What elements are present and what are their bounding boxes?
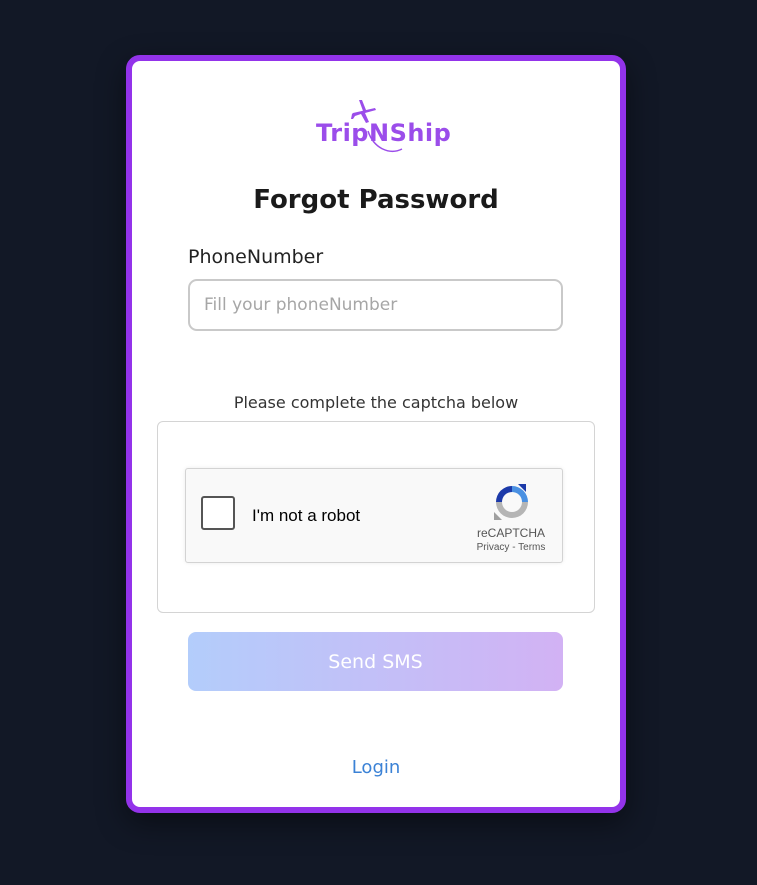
recaptcha-terms-link[interactable]: Terms	[518, 542, 545, 553]
logo-swoosh	[367, 130, 403, 152]
send-sms-button[interactable]: Send SMS	[188, 632, 563, 691]
page-title: Forgot Password	[253, 185, 499, 215]
recaptcha-link-separator: -	[509, 542, 519, 553]
tripnship-logo: TripNShip	[316, 97, 456, 159]
recaptcha-logo-icon	[494, 484, 528, 520]
phone-number-input[interactable]	[188, 279, 563, 331]
recaptcha-links: Privacy - Terms	[466, 542, 556, 553]
login-link[interactable]: Login	[132, 757, 620, 778]
recaptcha-widget: I'm not a robot reCAPTCHA Privacy - Term…	[185, 468, 563, 563]
captcha-prompt: Please complete the captcha below	[233, 393, 519, 412]
phone-number-label: PhoneNumber	[188, 246, 324, 268]
captcha-container: I'm not a robot reCAPTCHA Privacy - Term…	[157, 421, 595, 613]
recaptcha-brand: reCAPTCHA	[476, 526, 545, 540]
recaptcha-checkbox-label: I'm not a robot	[252, 506, 361, 525]
recaptcha-privacy-link[interactable]: Privacy	[477, 542, 510, 553]
recaptcha-checkbox[interactable]	[201, 496, 235, 530]
forgot-password-card: TripNShip Forgot Password PhoneNumber Pl…	[126, 55, 626, 813]
